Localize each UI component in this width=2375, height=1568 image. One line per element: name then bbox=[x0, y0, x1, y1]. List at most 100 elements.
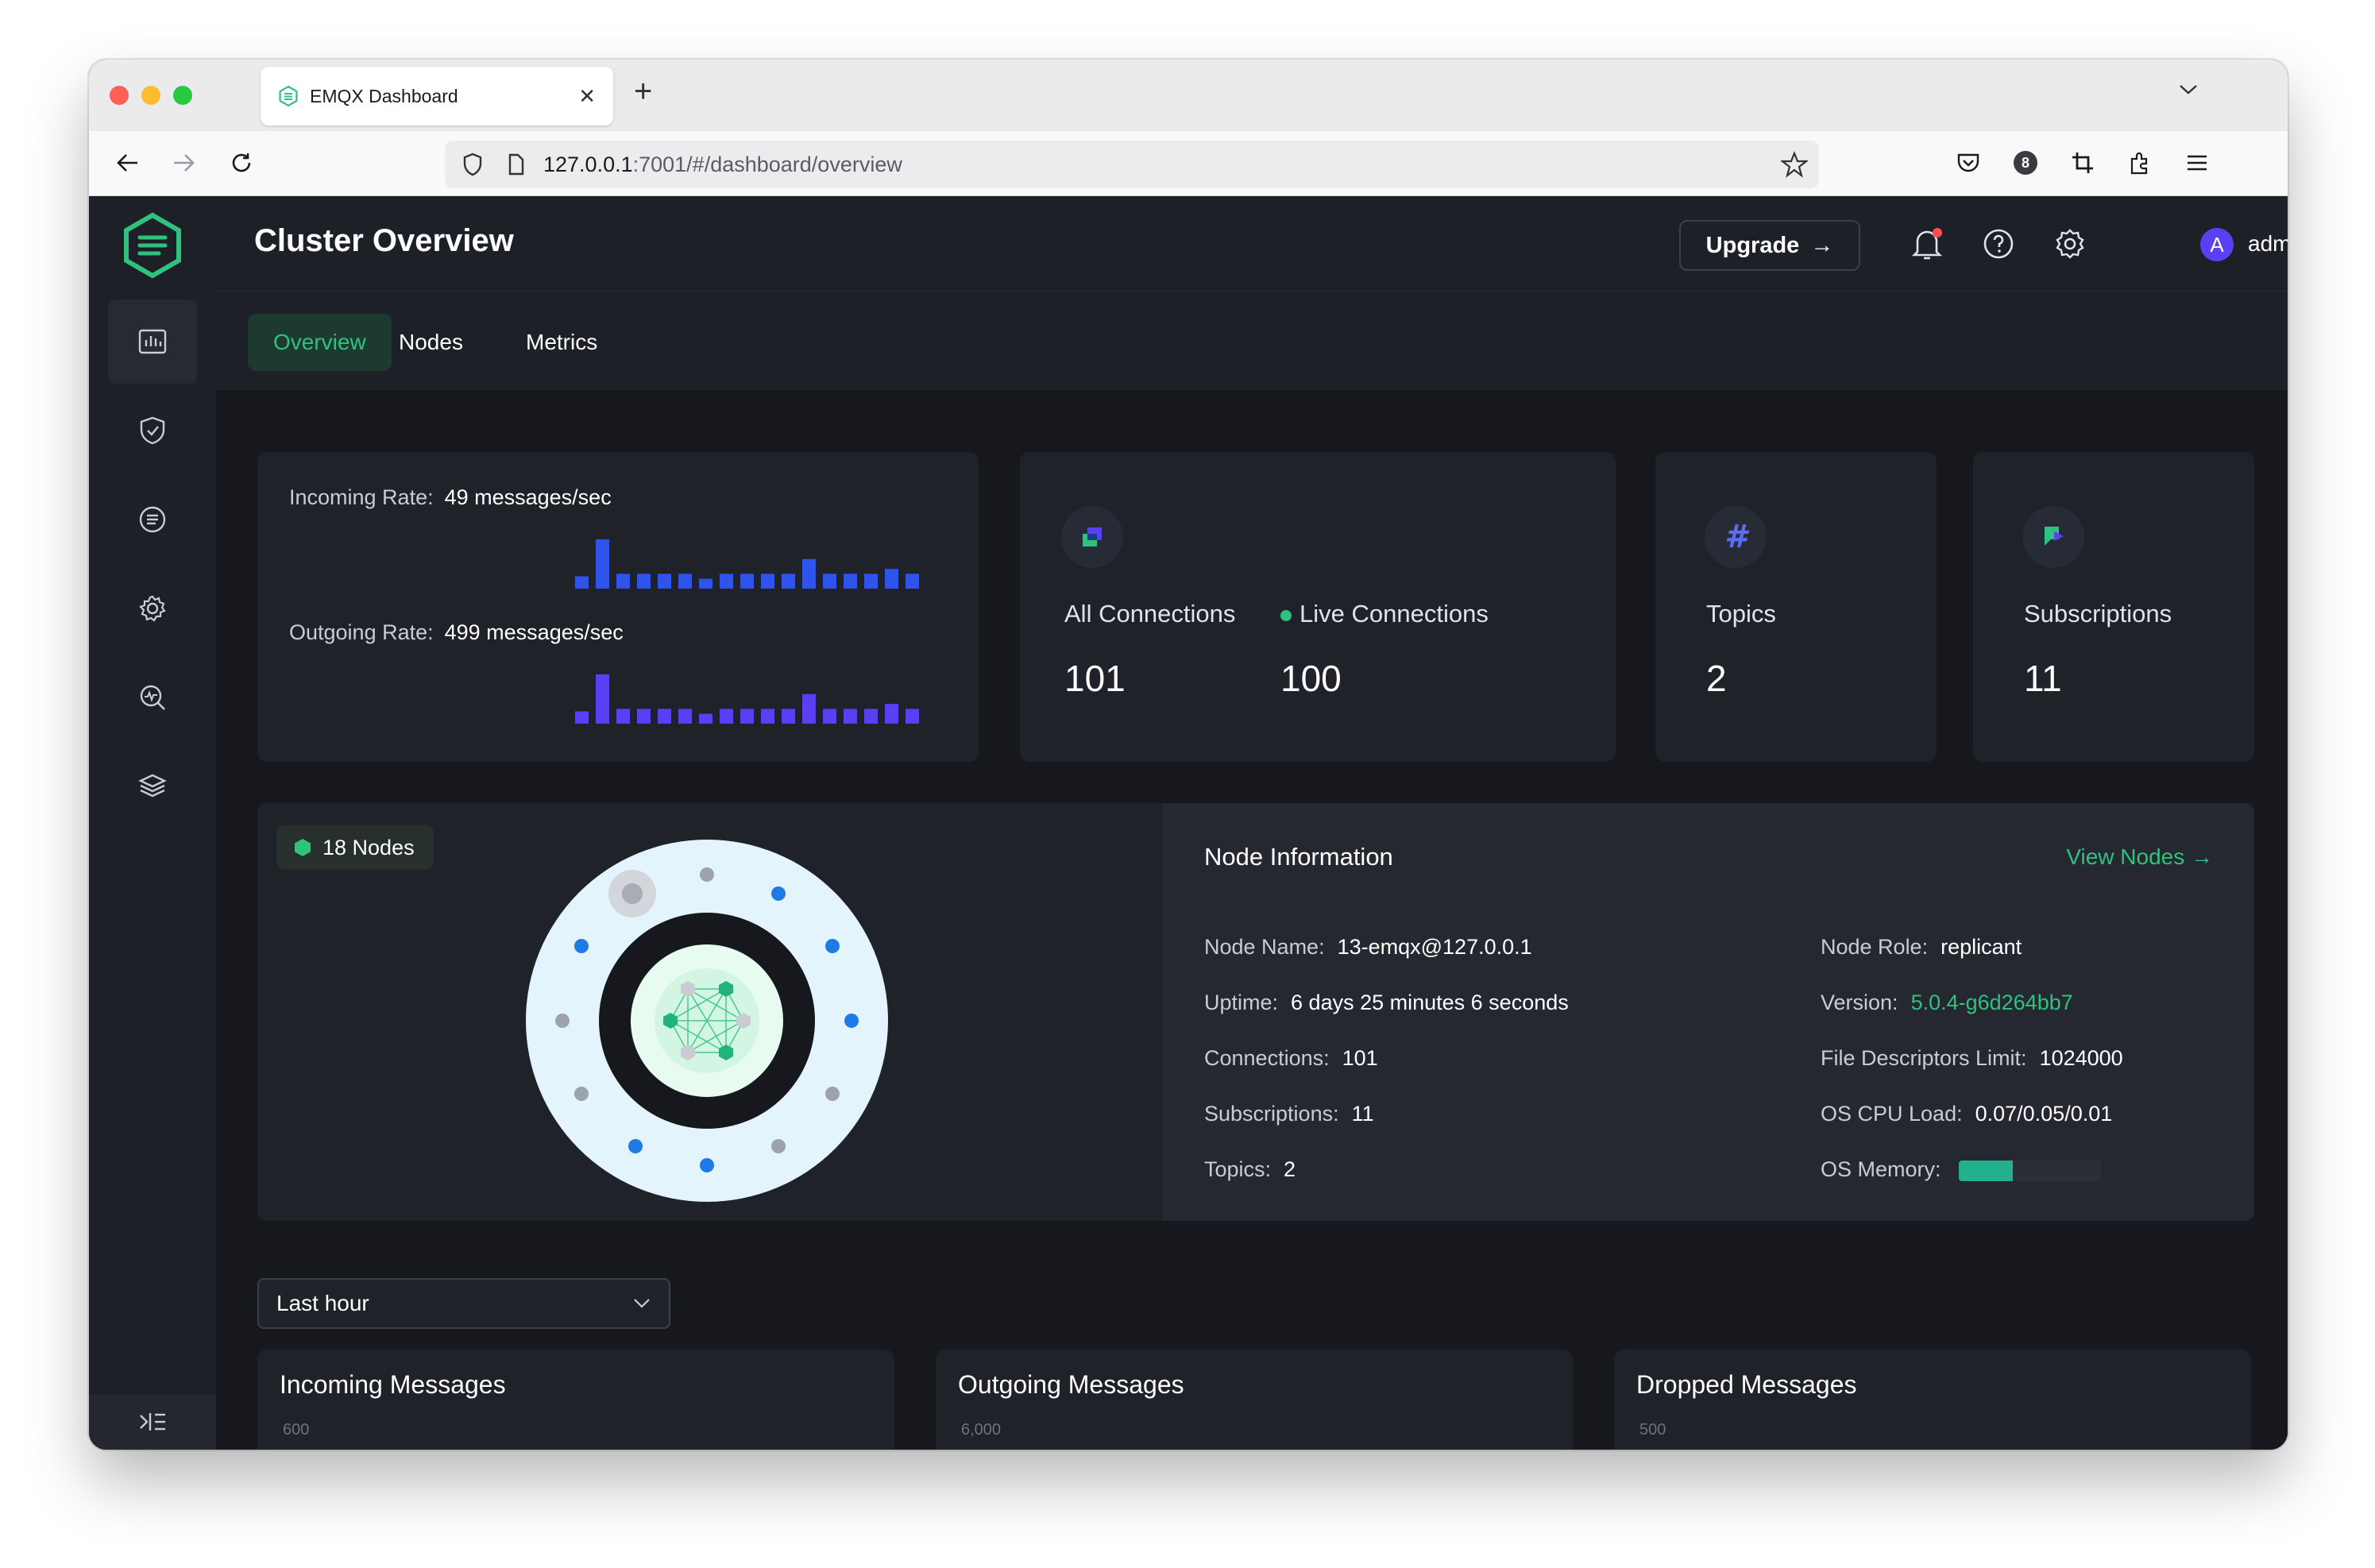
collapse-sidebar-icon bbox=[140, 1413, 165, 1431]
subscriptions-icon bbox=[2022, 506, 2084, 568]
forward-icon[interactable] bbox=[168, 147, 200, 179]
notifications-button[interactable] bbox=[1910, 226, 1944, 261]
all-connections-value: 101 bbox=[1064, 658, 1126, 699]
connections-label: Connections: bbox=[1204, 1046, 1330, 1070]
sidebar-item-extensions[interactable] bbox=[108, 744, 197, 828]
outgoing-rate: Outgoing Rate: 499 messages/sec bbox=[289, 620, 624, 645]
connections-card: All Connections 101 Live Connections 100 bbox=[1020, 452, 1616, 762]
time-range-select[interactable]: Last hour bbox=[257, 1278, 670, 1329]
new-tab-icon[interactable]: + bbox=[634, 74, 652, 110]
help-button[interactable] bbox=[1981, 226, 2016, 261]
os-cpu-load-label: OS CPU Load: bbox=[1821, 1102, 1963, 1126]
extension-badge-icon[interactable]: 8 bbox=[2010, 147, 2041, 179]
topics-label: Topics bbox=[1706, 600, 1776, 628]
extensions-puzzle-icon[interactable] bbox=[2124, 147, 2156, 179]
topics-info-label: Topics: bbox=[1204, 1157, 1272, 1181]
tab-overview[interactable]: Overview bbox=[248, 314, 392, 371]
version-value[interactable]: 5.0.4-g6d264bb7 bbox=[1911, 991, 2073, 1014]
browser-tab[interactable]: EMQX Dashboard ✕ bbox=[261, 67, 613, 126]
outgoing-rate-label: Outgoing Rate: bbox=[289, 620, 434, 644]
shield-icon[interactable] bbox=[462, 153, 483, 176]
nodes-card: 18 Nodes Node Information View Nodes → N… bbox=[257, 803, 2254, 1221]
node-name-value: 13-emqx@127.0.0.1 bbox=[1337, 935, 1532, 959]
outgoing-rate-bar bbox=[658, 709, 671, 724]
arrow-right-icon: → bbox=[1810, 232, 1834, 258]
tab-nodes[interactable]: Nodes bbox=[373, 314, 489, 371]
uptime-label: Uptime: bbox=[1204, 991, 1279, 1014]
node-information-title: Node Information bbox=[1204, 843, 1393, 871]
sidebar-item-access-control[interactable] bbox=[108, 388, 197, 473]
settings-button[interactable] bbox=[2053, 226, 2087, 261]
reload-icon[interactable] bbox=[226, 147, 257, 179]
outgoing-rate-bar bbox=[678, 709, 692, 724]
dropped-messages-chart: Dropped Messages 500 bbox=[1614, 1350, 2251, 1450]
time-range-value: Last hour bbox=[276, 1291, 369, 1315]
menu-icon[interactable] bbox=[2181, 147, 2213, 179]
incoming-messages-title: Incoming Messages bbox=[280, 1370, 506, 1399]
file-descriptors-label: File Descriptors Limit: bbox=[1821, 1046, 2027, 1070]
crop-icon[interactable] bbox=[2067, 147, 2099, 179]
sidebar-item-diagnose[interactable] bbox=[108, 655, 197, 740]
sidebar-collapse-button[interactable] bbox=[89, 1394, 216, 1450]
maximize-window-button[interactable] bbox=[173, 86, 192, 105]
close-window-button[interactable] bbox=[110, 86, 129, 105]
outgoing-rate-bar bbox=[699, 713, 712, 724]
os-memory-label: OS Memory: bbox=[1821, 1157, 1941, 1181]
outgoing-rate-bar bbox=[761, 709, 774, 724]
all-connections-label: All Connections bbox=[1064, 600, 1236, 628]
incoming-rate-bar bbox=[906, 574, 919, 589]
os-memory-bar bbox=[1958, 1160, 2102, 1181]
outgoing-rate-bar bbox=[616, 709, 630, 724]
connections-icon bbox=[1061, 506, 1123, 568]
incoming-rate-bar bbox=[596, 539, 609, 589]
gear-icon bbox=[139, 595, 166, 622]
incoming-rate-bar bbox=[802, 558, 816, 589]
outgoing-rate-value: 499 messages/sec bbox=[444, 620, 624, 644]
bookmark-star-icon[interactable] bbox=[1781, 151, 1808, 178]
sidebar bbox=[89, 196, 216, 1450]
incoming-rate-value: 49 messages/sec bbox=[444, 485, 612, 509]
avatar[interactable]: A bbox=[2200, 228, 2234, 261]
list-all-tabs-icon[interactable] bbox=[2176, 77, 2200, 104]
dashboard-chart-icon bbox=[138, 329, 167, 354]
upgrade-button[interactable]: Upgrade → bbox=[1679, 220, 1860, 271]
browser-nav-bar: 127.0.0.1:7001/#/dashboard/overview 8 bbox=[89, 131, 2288, 196]
uptime-value: 6 days 25 minutes 6 seconds bbox=[1291, 991, 1569, 1014]
address-bar[interactable]: 127.0.0.1:7001/#/dashboard/overview bbox=[445, 141, 1819, 188]
sidebar-item-integration[interactable] bbox=[108, 477, 197, 562]
tab-metrics[interactable]: Metrics bbox=[500, 314, 623, 371]
incoming-rate-bar bbox=[678, 574, 692, 589]
diagnose-search-icon bbox=[140, 685, 165, 710]
incoming-rate: Incoming Rate: 49 messages/sec bbox=[289, 485, 612, 510]
tab-close-icon[interactable]: ✕ bbox=[578, 84, 596, 109]
page-title: Cluster Overview bbox=[254, 223, 514, 258]
outgoing-rate-bar bbox=[864, 709, 878, 724]
view-nodes-link[interactable]: View Nodes → bbox=[2066, 844, 2213, 870]
sidebar-item-dashboard[interactable] bbox=[108, 299, 197, 384]
incoming-rate-bar bbox=[885, 569, 898, 589]
incoming-rate-bar bbox=[782, 574, 795, 589]
browser-window: EMQX Dashboard ✕ + 127.0.0.1:7001/#/dash… bbox=[89, 60, 2288, 1450]
outgoing-rate-bar bbox=[823, 709, 836, 724]
incoming-rate-bar bbox=[637, 574, 651, 589]
pocket-icon[interactable] bbox=[1952, 147, 1984, 179]
outgoing-messages-y-tick: 6,000 bbox=[961, 1421, 1002, 1439]
topics-value: 2 bbox=[1706, 658, 1727, 699]
dropped-messages-title: Dropped Messages bbox=[1636, 1370, 1857, 1399]
outgoing-rate-bar bbox=[782, 709, 795, 724]
emqx-logo-icon[interactable] bbox=[119, 212, 186, 279]
outgoing-messages-chart: Outgoing Messages 6,000 bbox=[936, 1350, 1573, 1450]
user-name[interactable]: admin bbox=[2248, 231, 2288, 257]
hash-icon: # bbox=[1705, 506, 1767, 568]
node-information-panel: Node Information View Nodes → Node Name:… bbox=[1163, 803, 2254, 1221]
back-icon[interactable] bbox=[111, 147, 143, 179]
outgoing-rate-bar bbox=[802, 693, 816, 724]
layers-icon bbox=[138, 774, 167, 798]
subscriptions-info-value: 11 bbox=[1351, 1102, 1374, 1126]
outgoing-rate-bar bbox=[740, 709, 754, 724]
upgrade-label: Upgrade bbox=[1705, 232, 1800, 258]
topics-card: # Topics 2 bbox=[1655, 452, 1937, 762]
url-host: 127.0.0.1 bbox=[543, 152, 633, 176]
minimize-window-button[interactable] bbox=[141, 86, 160, 105]
sidebar-item-management[interactable] bbox=[108, 566, 197, 651]
